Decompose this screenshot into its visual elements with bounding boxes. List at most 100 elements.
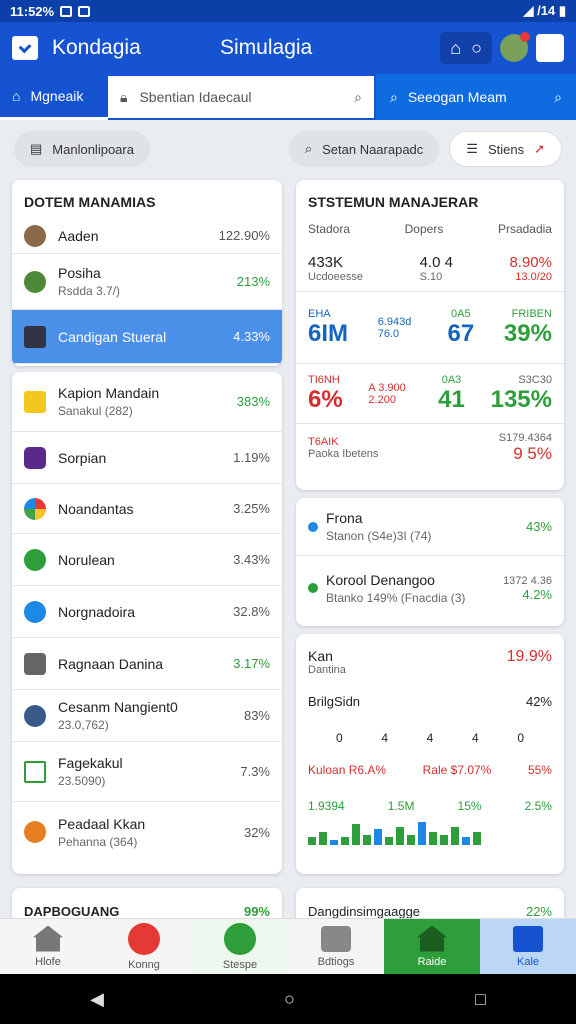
list-item[interactable]: Norulean 3.43%: [12, 534, 282, 586]
nav-home[interactable]: Hlofe: [0, 919, 96, 974]
person-icon: [24, 704, 46, 727]
search-icon[interactable]: ⌕: [354, 89, 362, 106]
home-button[interactable]: ○: [284, 989, 295, 1010]
tank-icon: [24, 325, 46, 348]
home-icon: [417, 925, 447, 952]
chart-bar: [440, 834, 448, 845]
list-icon: [513, 925, 543, 952]
left-card-1: DOTEM MANAMIAS Aaden 122.90% Posiha Rsdda…: [12, 180, 282, 366]
chart-bar: [330, 839, 338, 845]
lock-icon[interactable]: ⌂: [450, 38, 461, 59]
lock-icon: 🔒︎: [120, 88, 128, 105]
chart-bar: [352, 824, 360, 845]
chart-bar: [396, 826, 404, 845]
list-item[interactable]: Fagekakul 23.5090) 7.3%: [12, 742, 282, 802]
refresh-icon[interactable]: ○: [471, 38, 482, 59]
app-logo-icon[interactable]: [12, 36, 38, 60]
chart-bar: [429, 832, 437, 845]
chart-bar: [374, 829, 382, 845]
chart-bar: [363, 834, 371, 845]
dot-icon: [308, 583, 318, 593]
folder-icon: [24, 390, 46, 413]
right-card-chart: Kan Dantina 19.9% BrilgSidn 42% 0 4 4 4 0…: [296, 634, 564, 874]
chart-bar: [385, 837, 393, 845]
chart-bar: [473, 832, 481, 845]
toolbar-pill[interactable]: ⌂ ○: [440, 32, 492, 64]
check-icon: [224, 922, 256, 955]
search-icon[interactable]: ⌕: [554, 89, 562, 106]
basket-icon: [24, 446, 46, 469]
list-item[interactable]: Sorpian 1.19%: [12, 432, 282, 484]
bar-chart: [296, 817, 564, 845]
stat-row[interactable]: TI6NH 6% A 3.900 2.200 0A3 41 S3C30 135%: [296, 364, 564, 424]
filter-row: ▤ Manlonlipoara ⌕ Setan Naarapadc ☰ Stie…: [0, 124, 576, 174]
list-item[interactable]: Noandantas 3.25%: [12, 484, 282, 534]
chart-bar: [308, 837, 316, 845]
nav-settings[interactable]: Bdtiogs: [288, 919, 384, 974]
list-item[interactable]: Aaden 122.90%: [12, 218, 282, 254]
up-icon: [128, 922, 160, 955]
chart-bar: [407, 834, 415, 845]
chart-bar: [341, 837, 349, 845]
nav-konng[interactable]: Konng: [96, 919, 192, 974]
list-item[interactable]: Peadaal Kkan Pehanna (364) 32%: [12, 802, 282, 862]
status-right: ◢ /14 ▮: [523, 3, 566, 18]
stat-row[interactable]: T6AIK Paoka Ibetens S179.4364 9 5%: [296, 424, 564, 472]
search-icon: ⌕: [390, 88, 398, 105]
list-item-selected[interactable]: Candigan Stueral 4.33%: [12, 310, 282, 364]
tab-home[interactable]: ⌂ Mgneaik: [0, 74, 108, 120]
profile-icon[interactable]: [536, 34, 564, 62]
app-center-title: Simulagia: [220, 36, 313, 59]
chart-bar: [451, 826, 459, 845]
badge-icon: [24, 821, 46, 843]
dot-icon: [308, 521, 318, 532]
search-input[interactable]: 🔒︎ Sbentian Idaecaul ⌕: [108, 76, 374, 118]
left-card-2: Kapion Mandain Sanakul (282) 383% Sorpian…: [12, 372, 282, 874]
filter-chip-stats[interactable]: ☰ Stiens ➚: [449, 131, 562, 167]
recent-button[interactable]: □: [475, 989, 486, 1010]
nav-raide[interactable]: Raide: [384, 919, 480, 974]
list-item[interactable]: Frona Stanon (S4e)3I (74) 43%: [296, 498, 564, 556]
chart-icon: [24, 760, 46, 783]
stat-row[interactable]: EHA 6IM 6.943d 76.0 0A5 67 FRIBEN 39%: [296, 292, 564, 364]
notifications-avatar[interactable]: [500, 32, 530, 62]
list-item[interactable]: Korool Denangoo Btanko 149% (Fnacdia (3) …: [296, 556, 564, 620]
pie-icon: [24, 497, 46, 520]
nav-steps[interactable]: Stespe: [192, 919, 288, 974]
list-item[interactable]: Posiha Rsdda 3.7/) 213%: [12, 254, 282, 310]
message-icon: [78, 5, 91, 17]
arrow-icon: ➚: [534, 141, 545, 156]
hexagon-icon: [24, 652, 46, 675]
list-item[interactable]: Kapion Mandain Sanakul (282) 383%: [12, 372, 282, 432]
calendar-icon: ▤: [30, 141, 43, 156]
chart-bar: [418, 821, 426, 845]
notification-icon: [60, 5, 73, 17]
menu-icon: ☰: [466, 141, 478, 156]
green-circle-icon: [24, 548, 46, 571]
home-icon: ⌂: [12, 87, 21, 104]
list-item[interactable]: Cesanm Nangient0 23.0,762) 83%: [12, 690, 282, 742]
home-icon: [33, 925, 63, 952]
system-nav: ◀ ○ □: [0, 974, 576, 1024]
nav-kale[interactable]: Kale: [480, 919, 576, 974]
right-card-2: Frona Stanon (S4e)3I (74) 43% Korool Dena…: [296, 498, 564, 626]
box-icon: [321, 925, 351, 952]
app-bar: Kondagia Simulagia ⌂ ○: [0, 22, 576, 74]
search-icon: ⌕: [304, 141, 313, 156]
avatar: [24, 224, 46, 247]
blue-circle-icon: [24, 600, 46, 623]
search-row: ⌂ Mgneaik 🔒︎ Sbentian Idaecaul ⌕ ⌕ Seeog…: [0, 74, 576, 120]
status-bar: 11:52% ◢ /14 ▮: [0, 0, 576, 22]
filter-chip-search[interactable]: ⌕ Setan Naarapadc: [288, 131, 440, 167]
bottom-nav: Hlofe Konng Stespe Bdtiogs Raide Kale: [0, 918, 576, 974]
list-item[interactable]: Ragnaan Danina 3.17%: [12, 638, 282, 690]
stat-row[interactable]: 433K Ucdoeesse 4.0 4 S.10 8.90% 13.0/20: [296, 246, 564, 292]
status-time: 11:52%: [10, 3, 55, 19]
filter-chip-main[interactable]: ▤ Manlonlipoara: [14, 131, 150, 167]
search-blue-input[interactable]: ⌕ Seeogan Meam ⌕: [376, 74, 576, 120]
right-card-stats: STSTEMUN MANAJERAR Stadora Dopers Prsada…: [296, 180, 564, 490]
list-item[interactable]: Norgnadoira 32.8%: [12, 586, 282, 638]
chart-bar: [462, 837, 470, 845]
back-button[interactable]: ◀: [90, 989, 104, 1010]
app-title: Kondagia: [52, 36, 141, 59]
